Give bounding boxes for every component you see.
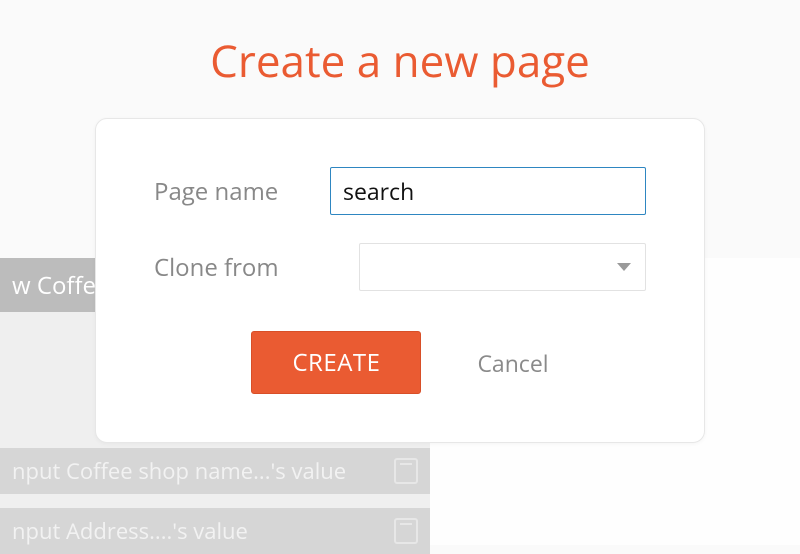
- bg-row-address: nput Address....'s value: [0, 508, 430, 554]
- cancel-button[interactable]: Cancel: [477, 347, 548, 379]
- clone-from-row: Clone from: [154, 243, 646, 291]
- page-name-row: Page name: [154, 167, 646, 215]
- clone-from-label: Clone from: [154, 251, 359, 284]
- page-name-input[interactable]: [330, 167, 646, 215]
- chevron-down-icon: [617, 263, 631, 271]
- create-button[interactable]: CREATE: [251, 331, 421, 394]
- page-name-label: Page name: [154, 175, 330, 208]
- new-page-dialog: Page name Clone from CREATE Cancel: [95, 118, 705, 443]
- bg-row-name: nput Coffee shop name...'s value: [0, 448, 430, 494]
- dialog-buttons: CREATE Cancel: [154, 331, 646, 394]
- input-icon: [394, 458, 418, 484]
- page-title: Create a new page: [0, 30, 800, 90]
- clone-from-select[interactable]: [359, 243, 646, 291]
- input-icon: [394, 518, 418, 544]
- bg-row1-text: nput Coffee shop name...'s value: [12, 456, 346, 486]
- bg-row2-text: nput Address....'s value: [12, 516, 248, 546]
